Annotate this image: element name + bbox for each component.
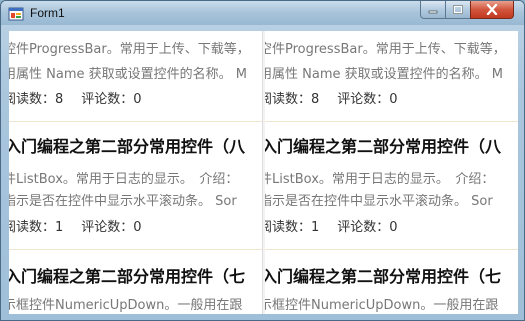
minimize-icon bbox=[428, 10, 438, 13]
article-summary-line: 件ListBox。常用于日志的显示。 介绍： bbox=[265, 172, 495, 187]
comment-count: 评论数：0 bbox=[337, 92, 398, 107]
item-divider bbox=[9, 121, 262, 122]
article-list-right: 空件ProgressBar。常用于上传、下载等， 用属性 Name 获取或设置控… bbox=[265, 31, 518, 314]
article-list-left: 控件ProgressBar。常用于上传、下载等， 用属性 Name 获取或设置控… bbox=[9, 31, 262, 314]
article-summary-line: 示框控件NumericUpDown。一般用在跟 bbox=[265, 298, 499, 313]
form-client-area: 控件ProgressBar。常用于上传、下载等， 用属性 Name 获取或设置控… bbox=[9, 31, 518, 314]
comment-count: 评论数：0 bbox=[81, 220, 142, 235]
app-window: Form1 控件ProgressBar。常用于上传、下载等， 用属性 Name … bbox=[0, 0, 525, 321]
window-title: Form1 bbox=[30, 6, 65, 20]
item-divider bbox=[265, 249, 518, 250]
article-summary-line: 控件ProgressBar。常用于上传、下载等， bbox=[9, 42, 250, 57]
article-summary-line: 用属性 Name 获取或设置控件的名称。 M bbox=[265, 67, 503, 82]
article-stats: 阅读数：1 评论数：0 bbox=[265, 219, 398, 237]
article-summary-line: 空件ProgressBar。常用于上传、下载等， bbox=[265, 42, 506, 57]
article-summary-line: 用属性 Name 获取或设置控件的名称。 M bbox=[9, 67, 247, 82]
article-summary-line: 件ListBox。常用于日志的显示。 介绍： bbox=[9, 172, 239, 187]
item-divider bbox=[9, 249, 262, 250]
article-title[interactable]: 入门编程之第二部分常用控件（七 bbox=[265, 267, 501, 287]
article-summary-line: 示框控件NumericUpDown。一般用在跟 bbox=[9, 298, 243, 313]
item-divider bbox=[265, 121, 518, 122]
comment-count: 评论数：0 bbox=[81, 92, 142, 107]
article-title[interactable]: 入门编程之第二部分常用控件（七 bbox=[9, 267, 245, 287]
close-icon bbox=[486, 4, 498, 15]
article-title[interactable]: 入门编程之第二部分常用控件（八 bbox=[9, 137, 245, 157]
maximize-icon bbox=[453, 4, 463, 14]
read-count: 阅读数：8 bbox=[265, 92, 320, 107]
article-summary-line: 指示是否在控件中显示水平滚动条。 Sor bbox=[265, 194, 493, 209]
comment-count: 评论数：0 bbox=[337, 220, 398, 235]
read-count: 阅读数：8 bbox=[9, 92, 64, 107]
article-stats: 阅读数：8 评论数：0 bbox=[9, 91, 142, 109]
minimize-button[interactable] bbox=[420, 1, 446, 19]
article-summary-line: 指示是否在控件中显示水平滚动条。 Sor bbox=[9, 194, 237, 209]
form-icon bbox=[8, 7, 24, 21]
article-stats: 阅读数：8 评论数：0 bbox=[265, 91, 398, 109]
article-title[interactable]: 入门编程之第二部分常用控件（八 bbox=[265, 137, 501, 157]
maximize-button[interactable] bbox=[445, 1, 471, 19]
read-count: 阅读数：1 bbox=[265, 220, 320, 235]
close-button[interactable] bbox=[470, 1, 514, 19]
read-count: 阅读数：1 bbox=[9, 220, 64, 235]
article-stats: 阅读数：1 评论数：0 bbox=[9, 219, 142, 237]
title-bar[interactable]: Form1 bbox=[1, 1, 524, 25]
